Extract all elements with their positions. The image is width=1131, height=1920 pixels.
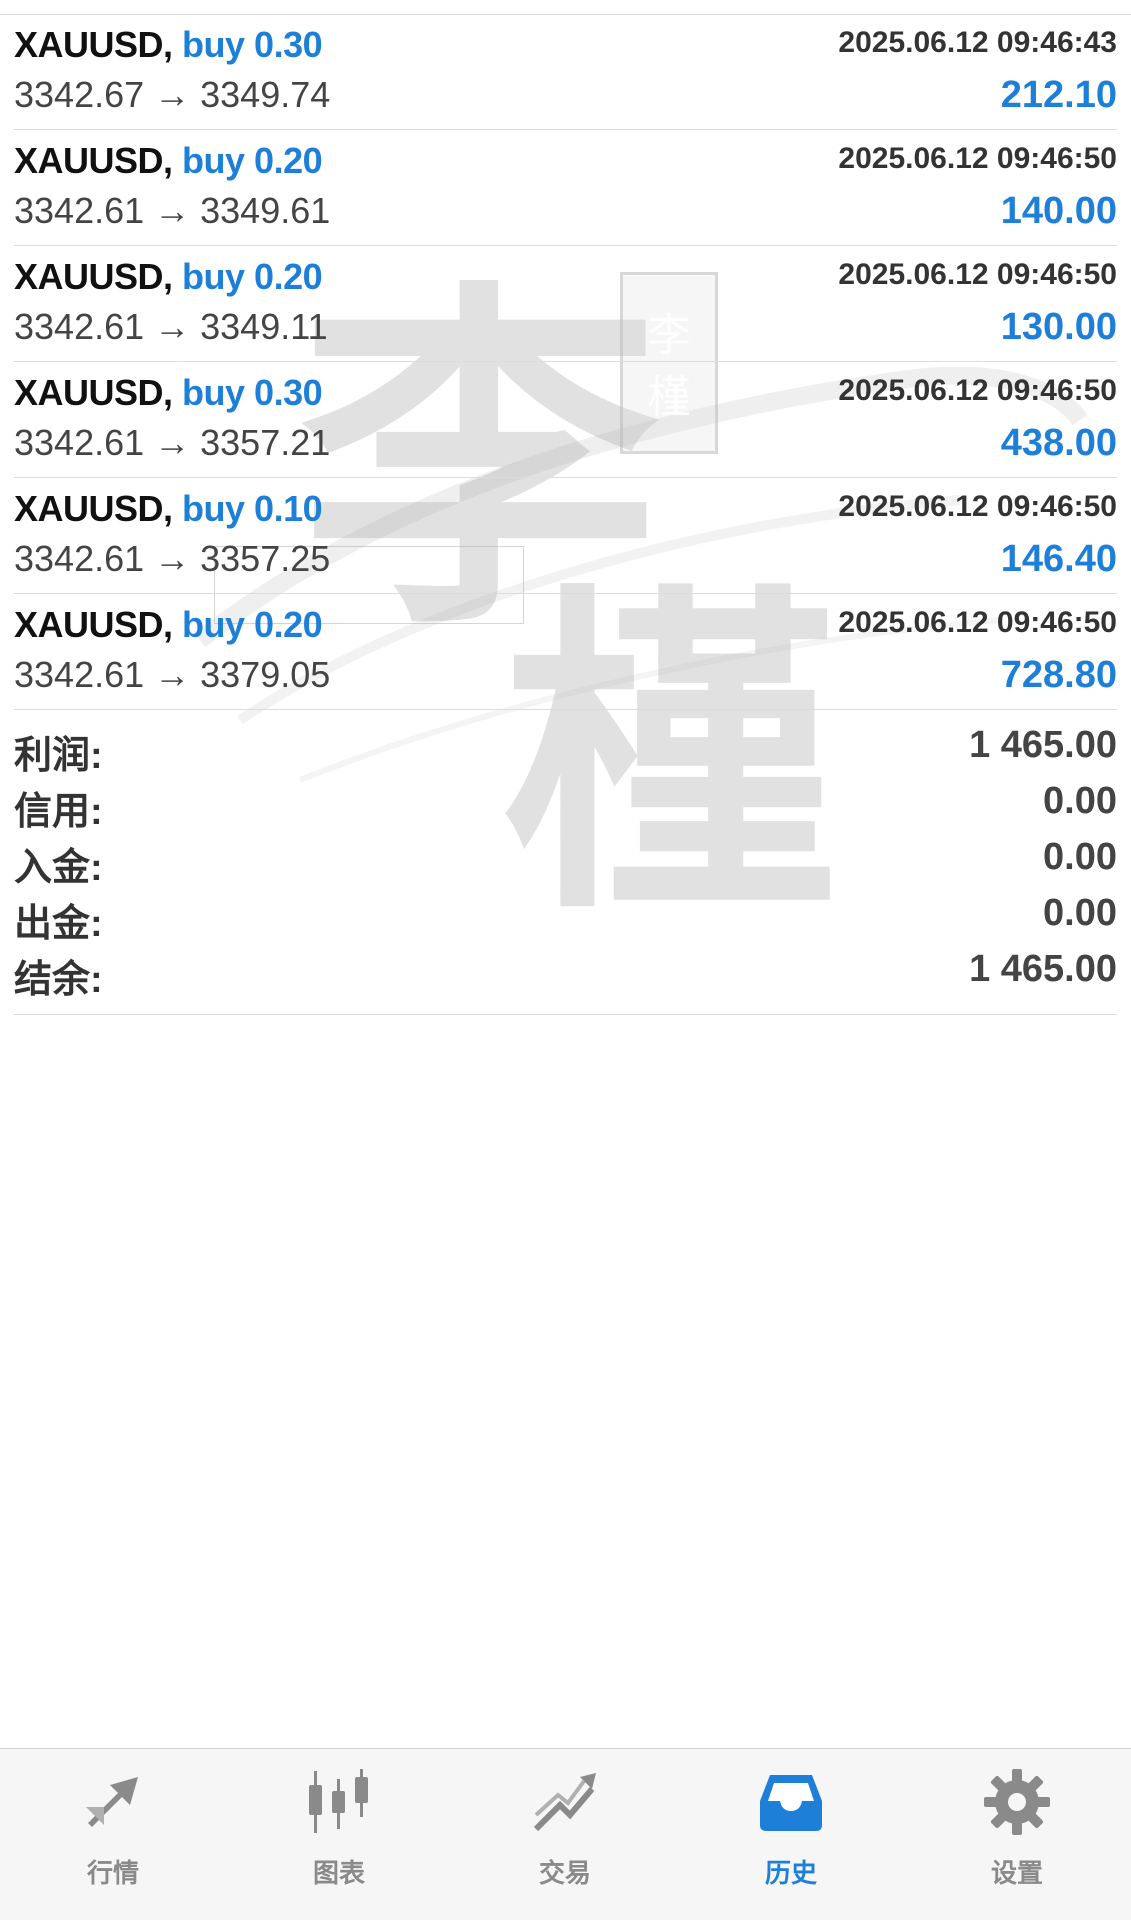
summary-label: 入金: (14, 847, 103, 889)
trade-row[interactable]: XAUUSD, buy 0.20 2025.06.12 09:46:50 334… (14, 246, 1117, 362)
summary-value: 1 465.00 (969, 948, 1117, 990)
account-summary: 利润: 1 465.00 信用: 0.00 入金: 0.00 出金: 0.00 … (14, 716, 1117, 1015)
tab-label: 设置 (990, 1858, 1043, 1888)
trade-row[interactable]: XAUUSD, buy 0.20 2025.06.12 09:46:50 334… (14, 594, 1117, 710)
trade-profit: 212.10 (1000, 74, 1117, 116)
trade-side-volume: buy 0.10 (182, 488, 323, 529)
summary-label: 信用: (14, 791, 103, 833)
trade-prices: 3342.67 → 3349.74 (14, 74, 331, 115)
trade-time: 2025.06.12 09:46:50 (838, 490, 1117, 523)
trade-trend-icon (533, 1773, 596, 1832)
history-tray-icon (760, 1775, 822, 1831)
trade-row[interactable]: XAUUSD, buy 0.30 2025.06.12 09:46:50 334… (14, 362, 1117, 478)
tab-label: 交易 (538, 1858, 591, 1888)
summary-label: 结余: (14, 959, 103, 1001)
trade-time: 2025.06.12 09:46:50 (838, 374, 1117, 407)
summary-value: 0.00 (1043, 780, 1117, 822)
summary-row-credit: 信用: 0.00 (14, 772, 1117, 833)
trade-side-volume: buy 0.20 (182, 140, 323, 181)
trade-symbol: XAUUSD, (14, 604, 173, 645)
trade-side-volume: buy 0.30 (182, 372, 323, 413)
tab-trade[interactable]: 交易 (452, 1749, 678, 1920)
summary-label: 利润: (14, 735, 103, 777)
candlestick-chart-icon (309, 1769, 368, 1833)
trade-prices: 3342.61 → 3379.05 (14, 654, 331, 695)
trade-symbol: XAUUSD, (14, 372, 173, 413)
trade-profit: 130.00 (1000, 306, 1117, 348)
summary-row-profit: 利润: 1 465.00 (14, 716, 1117, 777)
summary-value: 1 465.00 (969, 724, 1117, 766)
gear-icon (984, 1769, 1050, 1835)
tab-settings[interactable]: 设置 (904, 1749, 1130, 1920)
summary-row-deposit: 入金: 0.00 (14, 828, 1117, 889)
trade-profit: 438.00 (1000, 422, 1117, 464)
previous-row-fragment (0, 0, 1131, 15)
bottom-tab-bar: 行情 图表 交易 历史 设置 (0, 1748, 1131, 1920)
trade-row[interactable]: XAUUSD, buy 0.10 2025.06.12 09:46:50 334… (14, 478, 1117, 594)
trade-side-volume: buy 0.20 (182, 604, 323, 645)
summary-row-withdrawal: 出金: 0.00 (14, 884, 1117, 945)
history-screen: 李 槿 李 槿 XAUUSD, buy 0.30 2025.06.12 09:4… (0, 0, 1131, 1920)
trade-time: 2025.06.12 09:46:50 (838, 142, 1117, 175)
trade-prices: 3342.61 → 3349.11 (14, 306, 328, 347)
summary-value: 0.00 (1043, 892, 1117, 934)
trade-side-volume: buy 0.20 (182, 256, 323, 297)
trade-prices: 3342.61 → 3357.21 (14, 422, 331, 463)
summary-label: 出金: (14, 903, 103, 945)
trade-history-list: XAUUSD, buy 0.30 2025.06.12 09:46:43 334… (14, 14, 1117, 710)
trade-prices: 3342.61 → 3357.25 (14, 538, 331, 579)
trade-side-volume: buy 0.30 (182, 24, 323, 65)
summary-row-balance: 结余: 1 465.00 (14, 940, 1117, 1001)
trade-symbol: XAUUSD, (14, 488, 173, 529)
tab-label: 历史 (764, 1858, 817, 1888)
trade-time: 2025.06.12 09:46:50 (838, 258, 1117, 291)
tab-history[interactable]: 历史 (678, 1749, 904, 1920)
tab-label: 图表 (312, 1858, 365, 1888)
trade-time: 2025.06.12 09:46:50 (838, 606, 1117, 639)
trade-profit: 146.40 (1000, 538, 1117, 580)
trade-profit: 728.80 (1000, 654, 1117, 696)
trade-time: 2025.06.12 09:46:43 (838, 26, 1117, 59)
trade-symbol: XAUUSD, (14, 140, 173, 181)
trade-symbol: XAUUSD, (14, 24, 173, 65)
trade-prices: 3342.61 → 3349.61 (14, 190, 331, 231)
tab-quotes[interactable]: 行情 (0, 1749, 226, 1920)
trade-row[interactable]: XAUUSD, buy 0.30 2025.06.12 09:46:43 334… (14, 14, 1117, 130)
quotes-arrows-icon (86, 1777, 138, 1827)
trade-row[interactable]: XAUUSD, buy 0.20 2025.06.12 09:46:50 334… (14, 130, 1117, 246)
tab-charts[interactable]: 图表 (226, 1749, 452, 1920)
summary-value: 0.00 (1043, 836, 1117, 878)
trade-profit: 140.00 (1000, 190, 1117, 232)
tab-label: 行情 (86, 1858, 139, 1888)
trade-symbol: XAUUSD, (14, 256, 173, 297)
